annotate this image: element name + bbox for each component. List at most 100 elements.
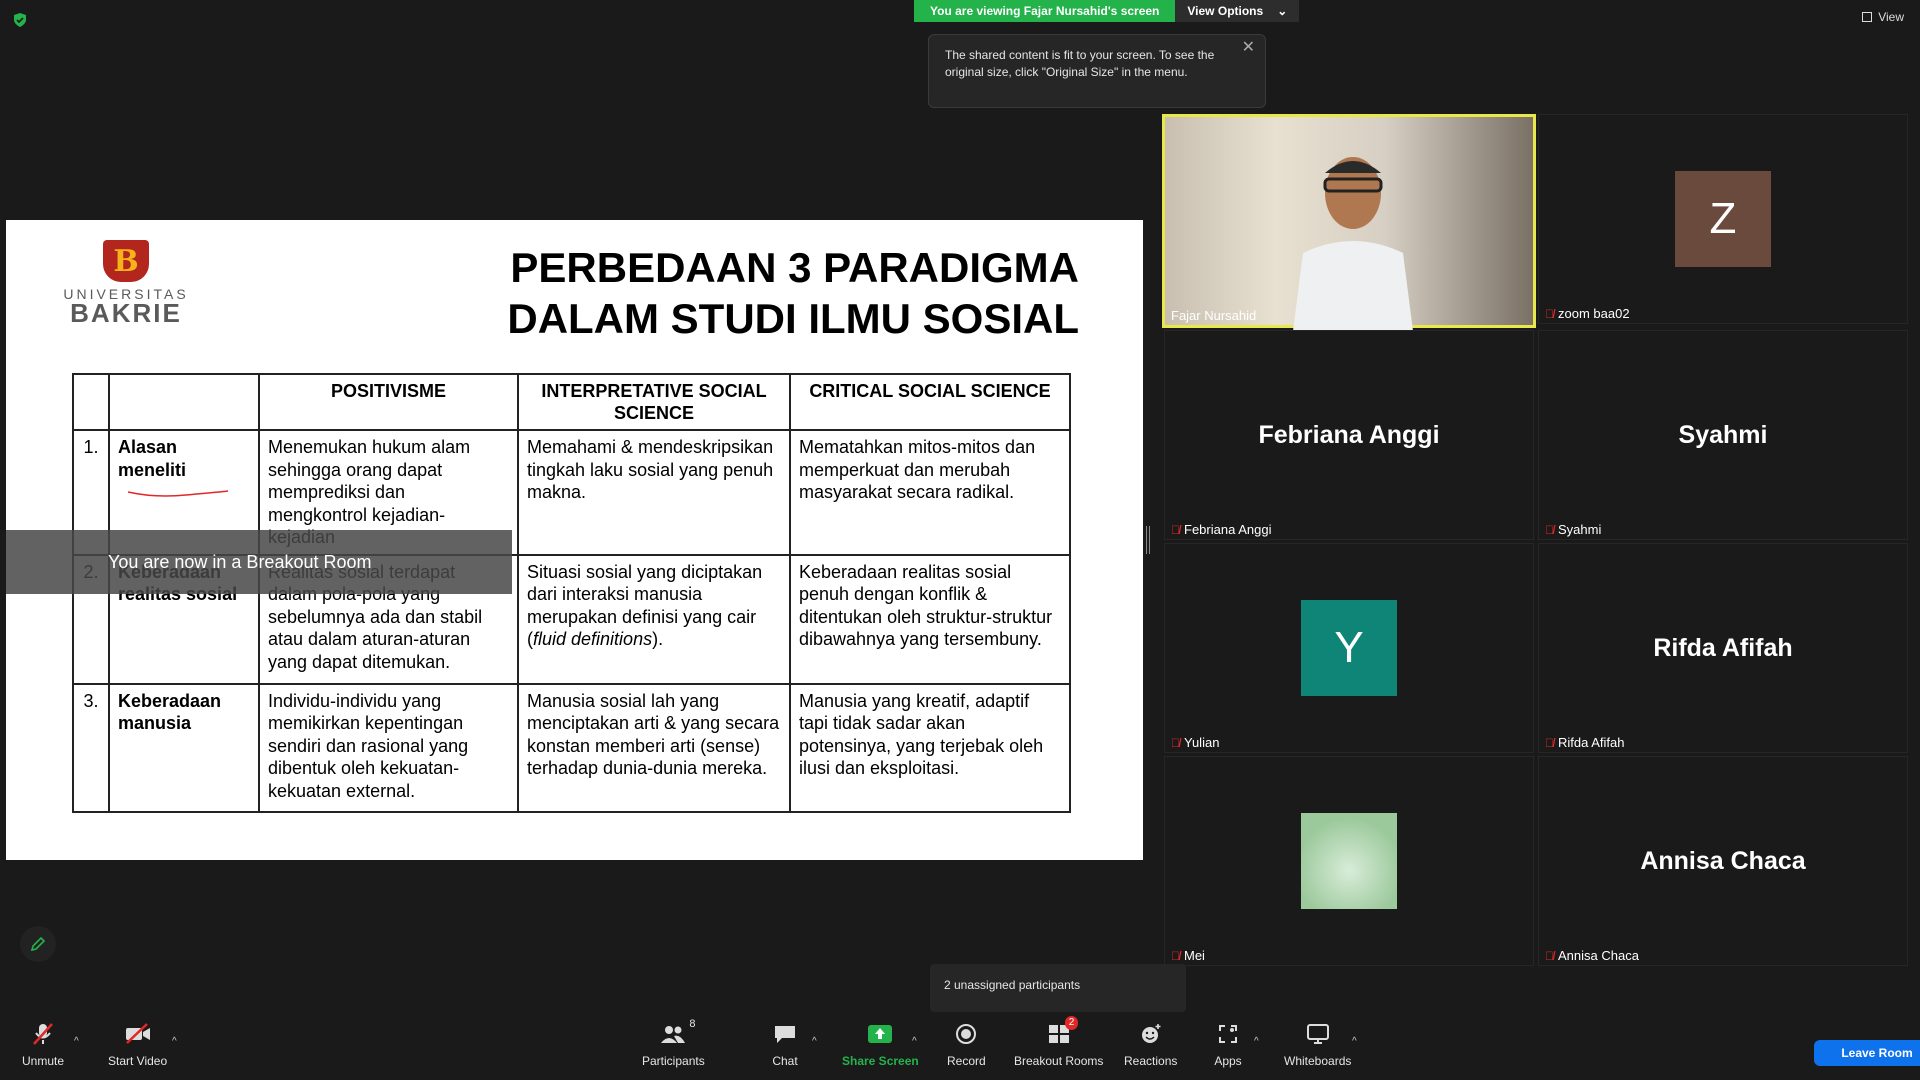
whiteboard-options-caret[interactable]: ^ <box>1352 1036 1357 1047</box>
annotate-button[interactable] <box>20 926 56 962</box>
slide-title: PERBEDAAN 3 PARADIGMA DALAM STUDI ILMU S… <box>507 242 1079 344</box>
video-tile-active-speaker[interactable]: Fajar Nursahid <box>1162 114 1536 331</box>
whiteboard-icon <box>1304 1020 1332 1048</box>
table-header-cell <box>108 373 260 431</box>
row-label: Keberadaan manusia <box>108 682 260 813</box>
whiteboards-button[interactable]: Whiteboards <box>1284 1020 1351 1068</box>
participant-name-text: Fajar Nursahid <box>1171 308 1257 323</box>
video-tile[interactable]: Y 🎙̸ Yulian <box>1164 543 1534 753</box>
avatar-image <box>1301 813 1397 909</box>
mic-muted-icon: 🎙̸ <box>1545 522 1554 537</box>
participant-big-name: Syahmi <box>1678 421 1768 449</box>
chat-icon <box>771 1020 799 1048</box>
share-options-caret[interactable]: ^ <box>912 1036 917 1047</box>
participants-label: Participants <box>642 1054 705 1068</box>
video-off-icon <box>124 1020 152 1048</box>
participant-big-name: Annisa Chaca <box>1640 847 1806 875</box>
reactions-label: Reactions <box>1124 1054 1178 1068</box>
mic-muted-icon: 🎙̸ <box>1545 306 1554 321</box>
table-cell: Individu-individu yang memikirkan kepent… <box>258 682 519 813</box>
participant-big-name: Febriana Anggi <box>1258 421 1440 449</box>
avatar: Z <box>1675 171 1771 267</box>
cell-italic-text: fluid definitions <box>533 629 653 649</box>
avatar: Y <box>1301 600 1397 696</box>
apps-button[interactable]: Apps <box>1214 1020 1242 1068</box>
encryption-shield-icon[interactable] <box>12 12 28 28</box>
participant-video-person <box>1293 157 1413 331</box>
breakout-rooms-label: Breakout Rooms <box>1014 1054 1104 1068</box>
unmute-label: Unmute <box>22 1054 65 1068</box>
record-label: Record <box>947 1054 986 1068</box>
table-row: 3. Keberadaan manusia Individu-individu … <box>72 682 1071 813</box>
participant-name-text: Rifda Afifah <box>1558 735 1625 750</box>
university-logo: B UNIVERSITAS BAKRIE <box>58 240 194 328</box>
breakout-rooms-button[interactable]: 2 Breakout Rooms <box>1014 1016 1104 1068</box>
slide-title-line2: DALAM STUDI ILMU SOSIAL <box>507 295 1079 342</box>
video-options-caret[interactable]: ^ <box>172 1036 177 1047</box>
cell-text: ). <box>652 629 664 649</box>
participant-name-text: Yulian <box>1184 735 1220 750</box>
video-tile[interactable]: Syahmi 🎙̸ Syahmi <box>1538 330 1908 540</box>
tooltip-text: The shared content is fit to your screen… <box>945 48 1215 79</box>
table-header-cell: CRITICAL SOCIAL SCIENCE <box>789 373 1071 431</box>
chat-button[interactable]: Chat <box>771 1020 799 1068</box>
leave-room-button[interactable]: Leave Room <box>1814 1040 1920 1066</box>
record-icon <box>952 1020 980 1048</box>
breakout-rooms-icon: 2 <box>1045 1016 1079 1048</box>
grid-view-icon <box>1862 12 1873 22</box>
close-icon[interactable]: ✕ <box>1242 39 1255 56</box>
participant-name-text: Mei <box>1184 948 1205 963</box>
unassigned-participants-popup[interactable]: 2 unassigned participants <box>930 964 1186 1012</box>
unmute-button[interactable]: Unmute <box>22 1020 64 1068</box>
participant-name: 🎙̸ Annisa Chaca <box>1545 948 1639 963</box>
share-screen-button[interactable]: Share Screen <box>842 1020 919 1068</box>
resize-handle[interactable] <box>1146 526 1150 554</box>
logo-badge: B <box>103 240 149 282</box>
participant-name-text: zoom baa02 <box>1558 306 1630 321</box>
annotation-underline <box>127 490 229 497</box>
participant-name-text: Febriana Anggi <box>1184 522 1272 537</box>
participants-button[interactable]: 8 Participants <box>642 1018 705 1068</box>
view-label: View <box>1878 10 1904 24</box>
table-cell: Mematahkan mitos-mitos dan memperkuat da… <box>789 429 1071 556</box>
table-cell: Memahami & mendeskripsikan tingkah laku … <box>517 429 791 556</box>
row-number: 3. <box>72 682 110 813</box>
mic-muted-icon: 🎙̸ <box>1171 948 1180 963</box>
apps-label: Apps <box>1214 1054 1242 1068</box>
participant-name: 🎙̸ Mei <box>1171 948 1205 963</box>
share-screen-label: Share Screen <box>842 1054 919 1068</box>
reactions-button[interactable]: Reactions <box>1124 1020 1177 1068</box>
participant-big-name: Rifda Afifah <box>1653 634 1793 662</box>
breakout-notification: You are now in a Breakout Room <box>6 530 512 594</box>
audio-options-caret[interactable]: ^ <box>74 1036 79 1047</box>
chat-options-caret[interactable]: ^ <box>812 1036 817 1047</box>
view-layout-button[interactable]: View <box>1862 10 1904 24</box>
participants-count: 8 <box>689 1018 696 1030</box>
apps-options-caret[interactable]: ^ <box>1254 1036 1259 1047</box>
view-options-button[interactable]: View Options ⌄ <box>1175 0 1300 22</box>
video-tile[interactable]: Z 🎙̸ zoom baa02 <box>1538 114 1908 324</box>
viewing-banner: You are viewing Fajar Nursahid's screen … <box>914 0 1300 22</box>
participant-name-text: Syahmi <box>1558 522 1602 537</box>
video-tile[interactable]: Annisa Chaca 🎙̸ Annisa Chaca <box>1538 756 1908 966</box>
fit-screen-tooltip: The shared content is fit to your screen… <box>928 34 1266 108</box>
video-tile[interactable]: Rifda Afifah 🎙̸ Rifda Afifah <box>1538 543 1908 753</box>
participant-name: 🎙̸ Yulian <box>1171 735 1219 750</box>
chat-label: Chat <box>772 1054 798 1068</box>
reactions-icon <box>1137 1020 1165 1048</box>
participant-name: 🎙̸ Rifda Afifah <box>1545 735 1625 750</box>
mic-muted-icon: 🎙̸ <box>1171 735 1180 750</box>
video-tile[interactable]: Febriana Anggi 🎙̸ Febriana Anggi <box>1164 330 1534 540</box>
view-options-label: View Options <box>1187 4 1264 18</box>
video-tile[interactable]: 🎙̸ Mei <box>1164 756 1534 966</box>
start-video-button[interactable]: Start Video <box>108 1020 167 1068</box>
logo-bakrie-text: BAKRIE <box>70 298 182 328</box>
table-header-cell <box>72 373 110 431</box>
record-button[interactable]: Record <box>947 1020 986 1068</box>
mic-off-icon <box>29 1020 57 1048</box>
viewing-label: You are viewing Fajar Nursahid's screen <box>914 0 1176 22</box>
table-header-row: POSITIVISME INTERPRETATIVE SOCIAL SCIENC… <box>72 373 1071 431</box>
table-cell: Manusia yang kreatif, adaptif tapi tidak… <box>789 682 1071 813</box>
breakout-badge: 2 <box>1064 1016 1079 1030</box>
table-cell: Manusia sosial lah yang menciptakan arti… <box>517 682 791 813</box>
